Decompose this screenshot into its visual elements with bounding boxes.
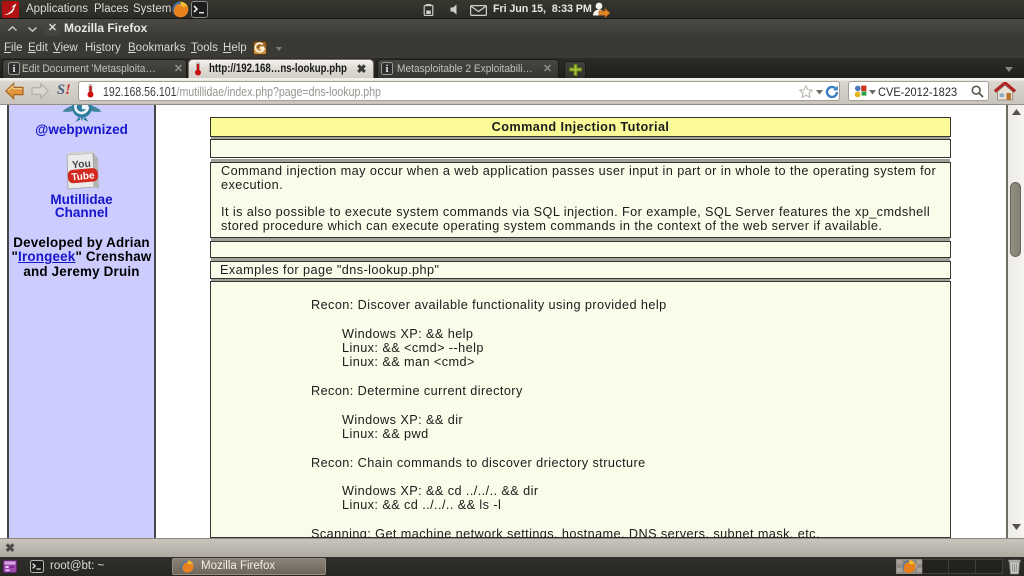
svg-text:i: i [13, 64, 16, 75]
svg-text:Tube: Tube [71, 170, 95, 183]
svg-text:i: i [386, 64, 389, 75]
